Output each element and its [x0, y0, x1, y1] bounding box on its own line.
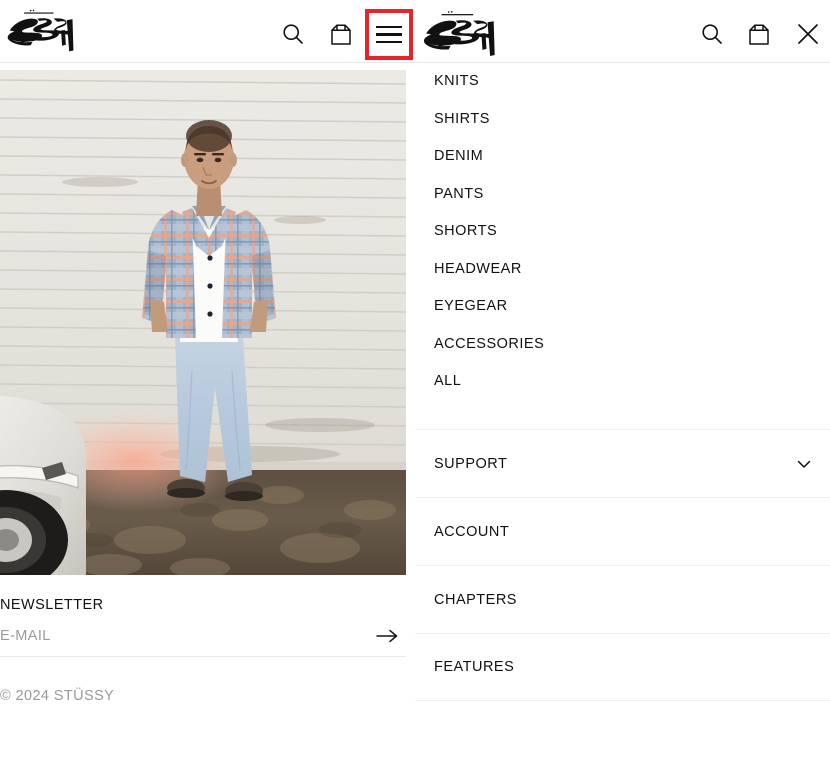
menu-section-support-label: SUPPORT	[434, 455, 508, 472]
close-icon[interactable]	[788, 14, 828, 54]
search-icon-right[interactable]	[692, 14, 732, 54]
menu-item-eyegear[interactable]: EYEGEAR	[415, 288, 830, 326]
menu-section-support[interactable]: SUPPORT	[415, 429, 830, 497]
menu-sections-list: SUPPORT ACCOUNT CHAPTERS FEATURES	[415, 429, 830, 701]
mobile-menu-panel: KNITS SHIRTS DENIM PANTS SHORTS HEADWEAR…	[415, 63, 830, 767]
copyright-text: © 2024 STÜSSY	[0, 688, 115, 704]
stussy-mobile-menu-page: NEWSLETTER © 2024 STÜSSY KNITS SHIRTS DE…	[0, 0, 830, 767]
category-nav-list: KNITS SHIRTS DENIM PANTS SHORTS HEADWEAR…	[415, 63, 830, 401]
newsletter-email-row	[0, 628, 406, 657]
menu-section-account-label: ACCOUNT	[434, 523, 510, 540]
newsletter-title: NEWSLETTER	[0, 597, 104, 613]
menu-item-accessories[interactable]: ACCESSORIES	[415, 326, 830, 364]
hamburger-lines	[376, 21, 402, 48]
menu-section-features-label: FEATURES	[434, 659, 515, 675]
newsletter-signup: NEWSLETTER	[0, 597, 406, 657]
menu-item-all[interactable]: ALL	[415, 363, 830, 401]
menu-section-chapters-label: CHAPTERS	[434, 591, 517, 608]
menu-section-account[interactable]: ACCOUNT	[415, 497, 830, 565]
chevron-down-icon[interactable]	[796, 456, 812, 472]
menu-item-denim[interactable]: DENIM	[415, 138, 830, 176]
left-content-column: NEWSLETTER © 2024 STÜSSY	[0, 63, 415, 767]
brand-logo-right[interactable]	[422, 11, 504, 57]
menu-section-chapters[interactable]: CHAPTERS	[415, 565, 830, 633]
hamburger-menu-icon[interactable]	[365, 9, 413, 60]
newsletter-submit-button[interactable]	[374, 625, 400, 647]
menu-item-headwear[interactable]: HEADWEAR	[415, 251, 830, 289]
menu-item-knits[interactable]: KNITS	[415, 63, 830, 101]
bag-icon-left[interactable]	[321, 14, 361, 54]
search-icon-left[interactable]	[273, 14, 313, 54]
bag-icon-right[interactable]	[739, 14, 779, 54]
brand-logo-left[interactable]	[6, 9, 82, 53]
menu-item-pants[interactable]: PANTS	[415, 176, 830, 214]
site-header	[0, 0, 830, 63]
menu-item-shorts[interactable]: SHORTS	[415, 213, 830, 251]
arrow-right-icon	[376, 629, 398, 643]
email-input[interactable]	[0, 628, 340, 644]
menu-section-features[interactable]: FEATURES	[415, 633, 830, 701]
menu-item-shirts[interactable]: SHIRTS	[415, 101, 830, 139]
hero-product-image	[0, 70, 406, 575]
